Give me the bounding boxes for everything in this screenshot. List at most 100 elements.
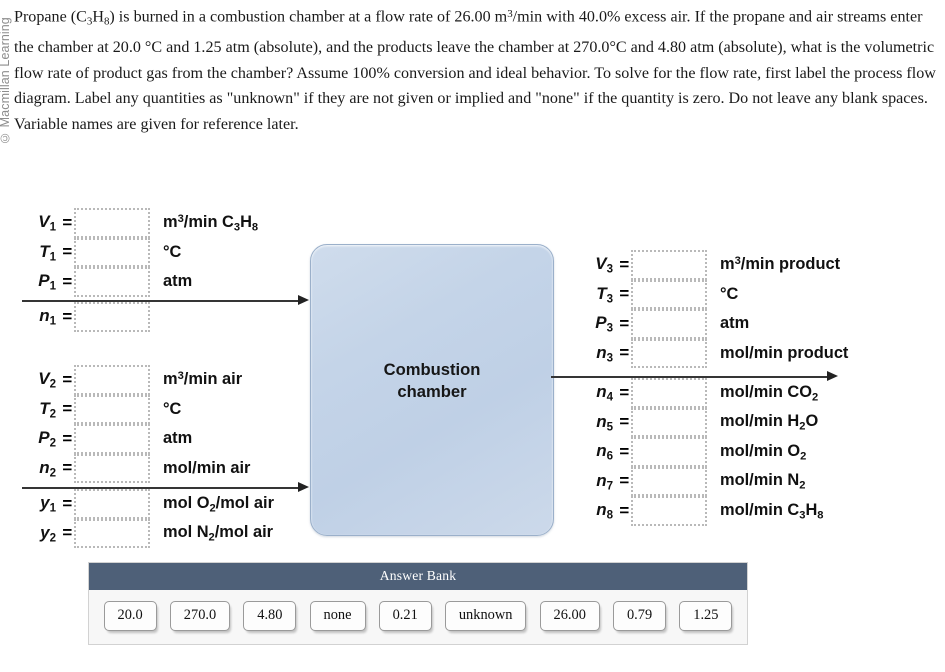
variable-unit-label: °C — [720, 284, 739, 303]
equals-sign: = — [62, 271, 72, 291]
variable-row: V3 = m3/min product — [583, 250, 848, 280]
variable-unit-label: °C — [163, 399, 182, 418]
variable-name: T1 — [39, 241, 56, 263]
variable-name: n7 — [596, 470, 613, 492]
variable-name: V1 — [38, 212, 56, 234]
variable-unit-label: atm — [163, 272, 193, 291]
variable-name: V3 — [595, 254, 613, 276]
stream-1-labels-above: V1 = m3/min C3H8 T1 = °C P1 = atm — [20, 208, 258, 297]
variable-unit-label: m3/min product — [720, 255, 841, 274]
stream-3-labels-below: n4 = mol/min CO2 n5 = mol/min H2O n6 = mol/min O… — [583, 378, 823, 526]
stream-1-arrow-head — [298, 295, 309, 305]
chamber-label-line-2: chamber — [397, 382, 467, 401]
answer-drop-box[interactable] — [631, 437, 707, 467]
stream-3-labels-above: V3 = m3/min product T3 = °C P3 = atm n3 = mol/min p… — [583, 250, 848, 368]
equals-sign: = — [619, 382, 629, 402]
answer-token[interactable]: 1.25 — [679, 601, 733, 631]
variable-row: n5 = mol/min H2O — [583, 407, 823, 437]
variable-row: n1 = — [20, 302, 163, 332]
variable-unit-label: mol/min N2 — [720, 471, 806, 492]
answer-drop-box[interactable] — [74, 302, 150, 332]
equals-sign: = — [62, 458, 72, 478]
equals-sign: = — [619, 500, 629, 520]
answer-token[interactable]: 4.80 — [243, 601, 297, 631]
equals-sign: = — [62, 242, 72, 262]
answer-drop-box[interactable] — [631, 496, 707, 526]
variable-row: n3 = mol/min product — [583, 338, 848, 368]
equals-sign: = — [619, 254, 629, 274]
variable-unit-label: mol/min CO2 — [720, 382, 819, 403]
answer-drop-box[interactable] — [631, 250, 707, 280]
equals-sign: = — [619, 441, 629, 461]
variable-row: n8 = mol/min C3H8 — [583, 496, 823, 526]
stream-3-arrow-head — [827, 371, 838, 381]
answer-drop-box[interactable] — [74, 365, 150, 395]
equals-sign: = — [619, 313, 629, 333]
variable-name: y2 — [40, 522, 56, 544]
variable-name: n2 — [39, 457, 56, 479]
answer-token[interactable]: 26.00 — [539, 601, 600, 631]
answer-drop-box[interactable] — [74, 237, 150, 267]
variable-row: n6 = mol/min O2 — [583, 437, 823, 467]
answer-bank-title: Answer Bank — [89, 563, 747, 590]
answer-token[interactable]: none — [309, 601, 366, 631]
answer-drop-box[interactable] — [74, 424, 150, 454]
equals-sign: = — [62, 523, 72, 543]
stream-1-labels-below: n1 = — [20, 302, 163, 332]
variable-row: T3 = °C — [583, 279, 848, 309]
variable-row: V2 = m3/min air — [20, 365, 250, 395]
variable-name: V2 — [38, 369, 56, 391]
stream-2-arrow-head — [298, 482, 309, 492]
combustion-chamber-label: Combustion chamber — [311, 359, 553, 403]
variable-row: V1 = m3/min C3H8 — [20, 208, 258, 238]
variable-unit-label: mol O2/mol air — [163, 493, 274, 514]
answer-drop-box[interactable] — [74, 518, 150, 548]
answer-drop-box[interactable] — [74, 394, 150, 424]
answer-drop-box[interactable] — [631, 407, 707, 437]
variable-name: P2 — [38, 428, 56, 450]
equals-sign: = — [62, 306, 72, 326]
answer-drop-box[interactable] — [74, 489, 150, 519]
chamber-label-line-1: Combustion — [383, 360, 481, 379]
variable-row: T1 = °C — [20, 237, 258, 267]
answer-token[interactable]: 20.0 — [103, 601, 157, 631]
answer-drop-box[interactable] — [631, 279, 707, 309]
combustion-chamber-box: Combustion chamber — [310, 244, 554, 536]
variable-row: y2 = mol N2/mol air — [20, 518, 274, 548]
variable-row: P1 = atm — [20, 267, 258, 297]
answer-drop-box[interactable] — [74, 208, 150, 238]
answer-token[interactable]: 270.0 — [169, 601, 231, 631]
variable-unit-label: °C — [163, 242, 182, 261]
stream-2-labels-below: y1 = mol O2/mol air y2 = mol N2/mol air — [20, 489, 274, 548]
equals-sign: = — [619, 284, 629, 304]
answer-token[interactable]: unknown — [444, 601, 527, 631]
process-flow-diagram: Combustion chamber V1 = m3/min C3H8 T1 = °C P1… — [0, 150, 945, 550]
answer-drop-box[interactable] — [631, 338, 707, 368]
equals-sign: = — [62, 399, 72, 419]
variable-row: P2 = atm — [20, 424, 250, 454]
variable-row: n7 = mol/min N2 — [583, 466, 823, 496]
variable-unit-label: mol N2/mol air — [163, 523, 274, 544]
equals-sign: = — [619, 471, 629, 491]
answer-token[interactable]: 0.79 — [612, 601, 667, 631]
equals-sign: = — [62, 369, 72, 389]
variable-unit-label: atm — [163, 429, 193, 448]
answer-drop-box[interactable] — [74, 453, 150, 483]
variable-unit-label: atm — [720, 314, 750, 333]
variable-unit-label: mol/min C3H8 — [720, 500, 824, 521]
equals-sign: = — [62, 493, 72, 513]
answer-drop-box[interactable] — [631, 309, 707, 339]
answer-drop-box[interactable] — [631, 466, 707, 496]
variable-name: n1 — [39, 306, 56, 328]
answer-drop-box[interactable] — [631, 378, 707, 408]
variable-name: T2 — [39, 398, 56, 420]
variable-name: n8 — [596, 500, 613, 522]
answer-token[interactable]: 0.21 — [378, 601, 432, 631]
variable-row: n4 = mol/min CO2 — [583, 378, 823, 408]
stream-2-labels-above: V2 = m3/min air T2 = °C P2 = atm n2 = mol/min air — [20, 365, 250, 483]
answer-drop-box[interactable] — [74, 267, 150, 297]
variable-name: y1 — [40, 493, 56, 515]
variable-unit-label: m3/min C3H8 — [163, 212, 259, 233]
variable-name: n3 — [596, 342, 613, 364]
variable-unit-label: mol/min H2O — [720, 412, 819, 433]
